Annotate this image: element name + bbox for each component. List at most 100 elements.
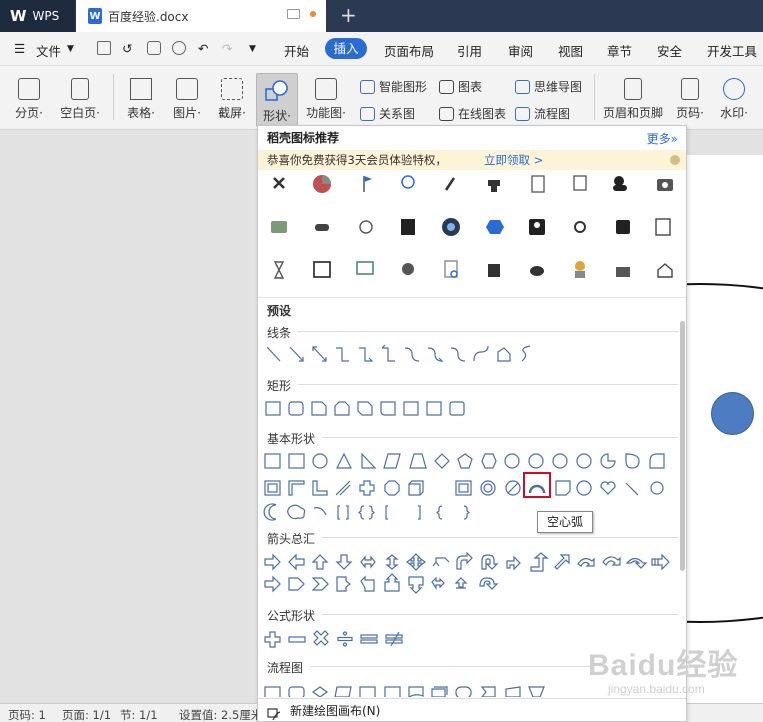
relation-chart-icon — [360, 106, 375, 121]
function-chart-icon — [315, 78, 337, 100]
page-number-icon — [681, 78, 699, 100]
undo-icon[interactable]: ↶ — [198, 41, 208, 56]
contact-card-icon — [529, 219, 545, 235]
word-doc-icon: W — [88, 8, 102, 24]
page-number-button[interactable]: 页码· — [672, 78, 708, 121]
crab-icon — [530, 266, 544, 276]
tab-home[interactable]: 开始 — [284, 41, 309, 60]
online-chart-button[interactable]: 在线图表 — [439, 105, 506, 122]
tab-page-layout[interactable]: 页面布局 — [384, 41, 434, 60]
page-break-button[interactable]: 分页· — [11, 78, 47, 121]
new-tab-button[interactable]: + — [340, 4, 357, 26]
chart-icon — [439, 79, 454, 94]
edit-note-icon — [655, 218, 671, 236]
tab-review[interactable]: 审阅 — [508, 41, 533, 60]
smart-shape-icon — [360, 79, 375, 94]
header-footer-icon — [624, 78, 642, 100]
screenshot-icon — [221, 78, 243, 100]
table-label: 表格· — [127, 106, 155, 120]
table-button[interactable]: 表格· — [122, 78, 160, 121]
chart-label: 图表 — [458, 80, 483, 94]
hamburger-icon[interactable]: ☰ — [14, 41, 25, 56]
redo-icon[interactable]: ↷ — [222, 41, 232, 56]
divider — [298, 331, 678, 332]
relation-chart-button[interactable]: 关系图 — [360, 105, 415, 122]
status-page: 页面: 1/1 — [62, 708, 112, 722]
divider — [298, 384, 678, 385]
print-preview-icon[interactable] — [172, 41, 186, 55]
header-footer-label: 页眉和页脚 — [602, 106, 663, 120]
smart-shape-button[interactable]: 智能图形 — [360, 78, 427, 95]
building-icon — [401, 219, 415, 235]
panel-title: 稻壳图标推荐 — [267, 131, 340, 145]
picture-button[interactable]: 图片· — [168, 78, 206, 121]
section-flowchart: 流程图 — [267, 661, 304, 675]
pie-icon — [313, 175, 331, 193]
mind-map-button[interactable]: 思维导图 — [515, 78, 582, 95]
basic-shapes-grid[interactable] — [258, 451, 678, 521]
recommended-icons-grid[interactable] — [258, 170, 687, 290]
tab-developer[interactable]: 开发工具 — [707, 41, 757, 60]
baidu-watermark: Baidu经验 — [588, 649, 739, 682]
customize-quick-access-icon[interactable]: ▼ — [249, 44, 256, 54]
watermark-icon — [723, 78, 745, 100]
screenshot-label: 截屏· — [218, 106, 246, 120]
calendar-icon — [313, 261, 331, 278]
drawn-blue-circle[interactable] — [711, 392, 754, 435]
document-search-icon — [444, 260, 458, 278]
tab-view[interactable]: 视图 — [558, 41, 583, 60]
monitor-icon[interactable] — [287, 9, 300, 19]
notepad-icon — [573, 175, 587, 191]
blank-page-icon — [71, 78, 89, 100]
chevron-down-icon[interactable]: ▼ — [67, 44, 74, 54]
more-link[interactable]: 更多» — [647, 130, 678, 147]
section-basic-shapes: 基本形状 — [267, 432, 316, 446]
function-chart-button[interactable]: 功能图· — [303, 78, 349, 121]
shape-dropdown-panel: 稻壳图标推荐 更多» 恭喜你免费获得3天会员体验特权， 立即领取 > 预设 线条… — [257, 125, 687, 722]
factory-icon — [616, 267, 630, 277]
hollow-arc-shape-selected[interactable] — [523, 472, 551, 498]
promo-claim-link[interactable]: 立即领取 > — [484, 150, 543, 170]
section-lines: 线条 — [267, 326, 292, 340]
tab-chapter[interactable]: 章节 — [607, 41, 632, 60]
divider — [322, 614, 678, 615]
new-canvas-button[interactable]: 新建绘图画布(N) — [258, 698, 686, 721]
print-icon[interactable] — [147, 41, 161, 55]
arrow-shapes-grid[interactable] — [258, 552, 678, 598]
flow-chart-label: 流程图 — [534, 107, 571, 121]
online-chart-icon — [439, 106, 454, 121]
title-bar: W WPS W 百度经验.docx + — [0, 0, 763, 32]
section-arrows: 箭头总汇 — [267, 532, 316, 546]
table-icon — [130, 78, 152, 100]
blank-page-button[interactable]: 空白页· — [56, 78, 104, 121]
cloud-sun-icon — [359, 220, 373, 234]
smart-shape-label: 智能图形 — [379, 80, 428, 94]
tab-insert[interactable]: 插入 — [325, 38, 367, 59]
section-rectangles: 矩形 — [267, 379, 292, 393]
unsaved-dot-icon — [310, 11, 316, 17]
file-menu[interactable]: 文件 — [36, 41, 61, 60]
new-canvas-label: 新建绘图画布(N) — [290, 704, 381, 718]
shape-icon — [265, 80, 289, 102]
undo-history-icon[interactable]: ↺ — [122, 41, 132, 56]
tab-references[interactable]: 引用 — [457, 41, 482, 60]
rectangle-shapes-row[interactable] — [258, 400, 678, 418]
flow-chart-button[interactable]: 流程图 — [515, 105, 570, 122]
tab-security[interactable]: 安全 — [657, 41, 682, 60]
relation-chart-label: 关系图 — [379, 107, 416, 121]
home-icon — [657, 263, 673, 278]
panel-scrollbar[interactable] — [680, 321, 685, 571]
drawn-ellipse[interactable] — [686, 283, 763, 623]
shape-button[interactable]: 形状· — [256, 73, 298, 127]
save-icon[interactable] — [97, 41, 111, 55]
flag-icon — [363, 176, 372, 192]
mail-bowl-icon — [315, 224, 329, 231]
close-icon[interactable] — [670, 155, 680, 165]
app-tab[interactable]: W WPS — [0, 0, 75, 32]
watermark-button[interactable]: 水印· — [716, 78, 752, 121]
screenshot-button[interactable]: 截屏· — [212, 78, 252, 121]
line-shapes-row[interactable] — [258, 344, 678, 366]
chart-button[interactable]: 图表 — [439, 78, 482, 95]
header-footer-button[interactable]: 页眉和页脚 — [601, 78, 665, 121]
document-tab[interactable]: W 百度经验.docx — [76, 0, 326, 32]
